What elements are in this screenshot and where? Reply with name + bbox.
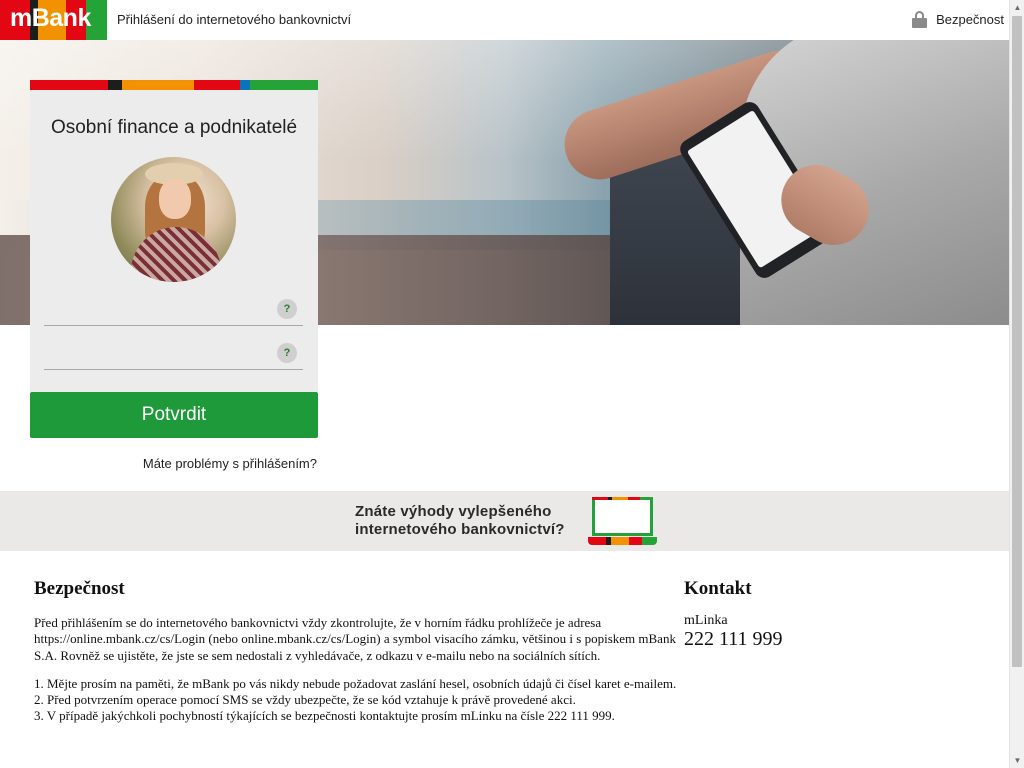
vertical-scrollbar[interactable]: ▲ ▼ (1009, 0, 1024, 768)
security-list: 1. Mějte prosím na paměti, že mBank po v… (34, 676, 684, 724)
page-title: Přihlášení do internetového bankovnictví (117, 12, 352, 27)
brand-color-bar (30, 80, 318, 90)
password-input[interactable] (44, 334, 264, 368)
banner-line-2: internetového bankovnictví? (355, 521, 565, 538)
list-item: 3. V případě jakýchkoli pochybností týka… (34, 708, 615, 723)
banner-line-1: Znáte výhody vylepšeného (355, 503, 552, 520)
password-help-icon[interactable]: ? (277, 343, 297, 363)
logo-text: mBank (10, 4, 91, 32)
header: mBank Přihlášení do internetového bankov… (0, 0, 1009, 40)
scroll-down-arrow-icon[interactable]: ▼ (1010, 753, 1024, 768)
submit-button[interactable]: Potvrdit (30, 392, 318, 438)
username-help-icon[interactable]: ? (277, 299, 297, 319)
username-input[interactable] (44, 290, 264, 324)
login-trouble-link[interactable]: Máte problémy s přihlášením? (143, 456, 317, 471)
banner-text: Znáte výhody vylepšeného internetového b… (355, 503, 565, 539)
login-panel: Osobní finance a podnikatelé ? ? (30, 80, 318, 392)
promo-banner[interactable]: Znáte výhody vylepšeného internetového b… (0, 491, 1009, 551)
security-link-label: Bezpečnost (936, 12, 1004, 27)
security-link[interactable]: Bezpečnost (912, 11, 1004, 28)
security-paragraph: Před přihlášením se do internetového ban… (34, 615, 676, 663)
login-title: Osobní finance a podnikatelé (50, 117, 298, 138)
lock-icon (912, 11, 928, 28)
list-item: 1. Mějte prosím na paměti, že mBank po v… (34, 676, 677, 691)
mbank-logo[interactable]: mBank (0, 0, 107, 40)
scroll-thumb[interactable] (1012, 16, 1022, 667)
password-field: ? (44, 334, 303, 370)
scroll-up-arrow-icon[interactable]: ▲ (1010, 0, 1024, 15)
contact-label: mLinka (684, 613, 728, 628)
laptop-icon (588, 496, 657, 546)
footer: Bezpečnost Před přihlášením se do intern… (0, 551, 1009, 768)
list-item: 2. Před potvrzením operace pomocí SMS se… (34, 692, 576, 707)
contact-heading: Kontakt (684, 578, 752, 599)
security-heading: Bezpečnost (34, 578, 125, 599)
username-field: ? (44, 290, 303, 326)
contact-phone[interactable]: 222 111 999 (684, 628, 783, 651)
segment-avatar (111, 157, 236, 282)
